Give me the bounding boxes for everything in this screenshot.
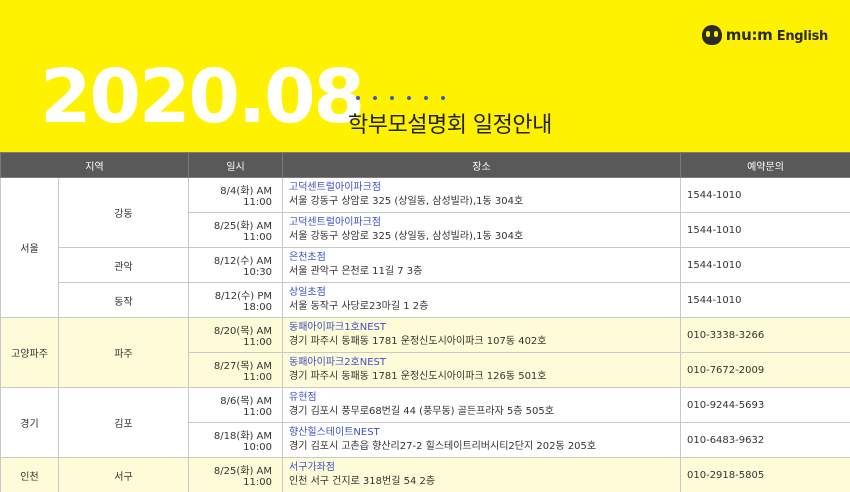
mum-owl-icon: [701, 25, 722, 45]
datetime-cell: 8/27(목) AM 11:00: [188, 352, 283, 388]
phone-cell: 010-6483-9632: [680, 422, 850, 458]
page-subtitle: 학부모설명회 일정안내: [348, 113, 552, 138]
datetime-cell: 8/25(화) AM 11:00: [188, 457, 283, 492]
table-row: 동작 8/12(수) PM 18:00 상일초점서울 동작구 사당로23마길 1…: [1, 282, 850, 318]
region-cell: 고양파주: [0, 317, 59, 388]
district-cell: 서구: [58, 457, 189, 492]
place-name: 동패아이파크2호NEST: [289, 357, 387, 368]
place-name: 유현점: [289, 392, 317, 403]
emphasis-dots: [356, 96, 445, 100]
header-banner: mu:m English 2020.08 학부모설명회 일정안내: [0, 0, 850, 152]
datetime-cell: 8/6(목) AM 11:00: [188, 387, 283, 423]
place-address: 경기 파주시 동패동 1781 운정신도시아이파크 126동 501호: [289, 371, 547, 382]
region-cell: 서울: [0, 177, 59, 318]
table-row: 고양파주 파주 8/20(목) AM 11:00 동패아이파크1호NEST 경기 …: [0, 317, 850, 388]
place-cell: 동패아이파크2호NEST 경기 파주시 동패동 1781 운정신도시아이파크 12…: [282, 352, 681, 388]
district-cell: 김포: [58, 387, 189, 458]
place-address: 서울 강동구 상암로 325 (상일동, 삼성빌라),1동 304호: [289, 231, 524, 242]
place-address: 경기 김포시 풍무로68번길 44 (풍무동) 골든프라자 5층 505호: [289, 406, 554, 417]
datetime-cell: 8/4(화) AM 11:00: [188, 177, 283, 213]
phone-cell: 010-3338-3266: [680, 317, 850, 353]
place-name: 고덕센트럴아이파크점: [289, 217, 381, 228]
phone-cell: 010-9244-5693: [680, 387, 850, 423]
datetime-cell: 8/12(수) AM 10:30: [188, 247, 283, 283]
place-name: 동패아이파크1호NEST: [289, 322, 387, 333]
col-header-contact: 예약문의: [680, 152, 850, 178]
phone-cell: 1544-1010: [680, 282, 850, 318]
schedule-table: 지역 일시 장소 예약문의 서울 강동 8/4(화) AM 11:00 고덕센트…: [0, 152, 850, 492]
datetime-cell: 8/25(화) AM 11:00: [188, 212, 283, 248]
phone-cell: 1544-1010: [680, 247, 850, 283]
place-address: 경기 김포시 고촌읍 향산리27-2 힐스테이트리버시티2단지 202동 205…: [289, 441, 597, 452]
region-cell: 인천: [0, 457, 59, 492]
place-cell: 상일초점서울 동작구 사당로23마길 1 2층: [282, 282, 681, 318]
table-row: 관악 8/12(수) AM 10:30 은천초점서울 관악구 은천로 11길 7…: [1, 247, 850, 283]
place-cell: 유현점경기 김포시 풍무로68번길 44 (풍무동) 골든프라자 5층 505호: [282, 387, 681, 423]
district-cell: 강동: [58, 177, 189, 248]
place-cell: 고덕센트럴아이파크점서울 강동구 상암로 325 (상일동, 삼성빌라),1동 …: [282, 177, 681, 213]
place-cell: 향산힐스테이트NEST 경기 김포시 고촌읍 향산리27-2 힐스테이트리버시티2…: [282, 422, 681, 458]
place-address: 경기 파주시 동패동 1781 운정신도시아이파크 107동 402호: [289, 336, 547, 347]
table-row: 서울 강동 8/4(화) AM 11:00 고덕센트럴아이파크점 서울 강동구 상…: [0, 177, 850, 318]
col-header-place: 장소: [282, 152, 681, 178]
district-cell: 파주: [58, 317, 189, 388]
phone-cell: 1544-1010: [680, 177, 850, 213]
place-name: 고덕센트럴아이파크점: [289, 182, 381, 193]
datetime-cell: 8/12(수) PM 18:00: [188, 282, 283, 318]
phone-cell: 1544-1010: [680, 212, 850, 248]
datetime-cell: 8/18(화) AM 10:00: [188, 422, 283, 458]
phone-cell: 010-7672-2009: [680, 352, 850, 388]
col-header-datetime: 일시: [188, 152, 283, 178]
district-cell: 관악: [58, 247, 189, 283]
place-address: 서울 강동구 상암로 325 (상일동, 삼성빌라),1동 304호: [289, 196, 524, 207]
brand-logo: mu:m English: [701, 25, 829, 45]
district-cell: 동작: [58, 282, 189, 318]
region-cell: 경기: [0, 387, 59, 458]
place-name: 서구가좌점: [289, 462, 335, 473]
place-address: 서울 동작구 사당로23마길 1 2층: [289, 301, 429, 312]
place-name: 은천초점: [289, 252, 326, 263]
table-row: 경기 김포 8/6(목) AM 11:00 유현점경기 김포시 풍무로68번길 …: [0, 387, 850, 458]
place-name: 향산힐스테이트NEST: [289, 427, 380, 438]
place-address: 인천 서구 건지로 318번길 54 2층: [289, 476, 436, 487]
place-cell: 동패아이파크1호NEST 경기 파주시 동패동 1781 운정신도시아이파크 10…: [282, 317, 681, 353]
year-month-title: 2020.08: [40, 54, 365, 140]
datetime-cell: 8/20(목) AM 11:00: [188, 317, 283, 353]
table-row: 인천 서구 8/25(화) AM 11:00 서구가좌점인천 서구 건지로 31…: [0, 457, 850, 492]
place-cell: 서구가좌점인천 서구 건지로 318번길 54 2층: [282, 457, 681, 492]
brand-text: mu:m English: [725, 26, 829, 44]
col-header-region: 지역: [0, 152, 189, 178]
place-name: 상일초점: [289, 287, 326, 298]
place-address: 서울 관악구 은천로 11길 7 3층: [289, 266, 423, 277]
table-header-row: 지역 일시 장소 예약문의: [0, 152, 850, 178]
place-cell: 고덕센트럴아이파크점서울 강동구 상암로 325 (상일동, 삼성빌라),1동 …: [282, 212, 681, 248]
place-cell: 은천초점서울 관악구 은천로 11길 7 3층: [282, 247, 681, 283]
phone-cell: 010-2918-5805: [680, 457, 850, 492]
